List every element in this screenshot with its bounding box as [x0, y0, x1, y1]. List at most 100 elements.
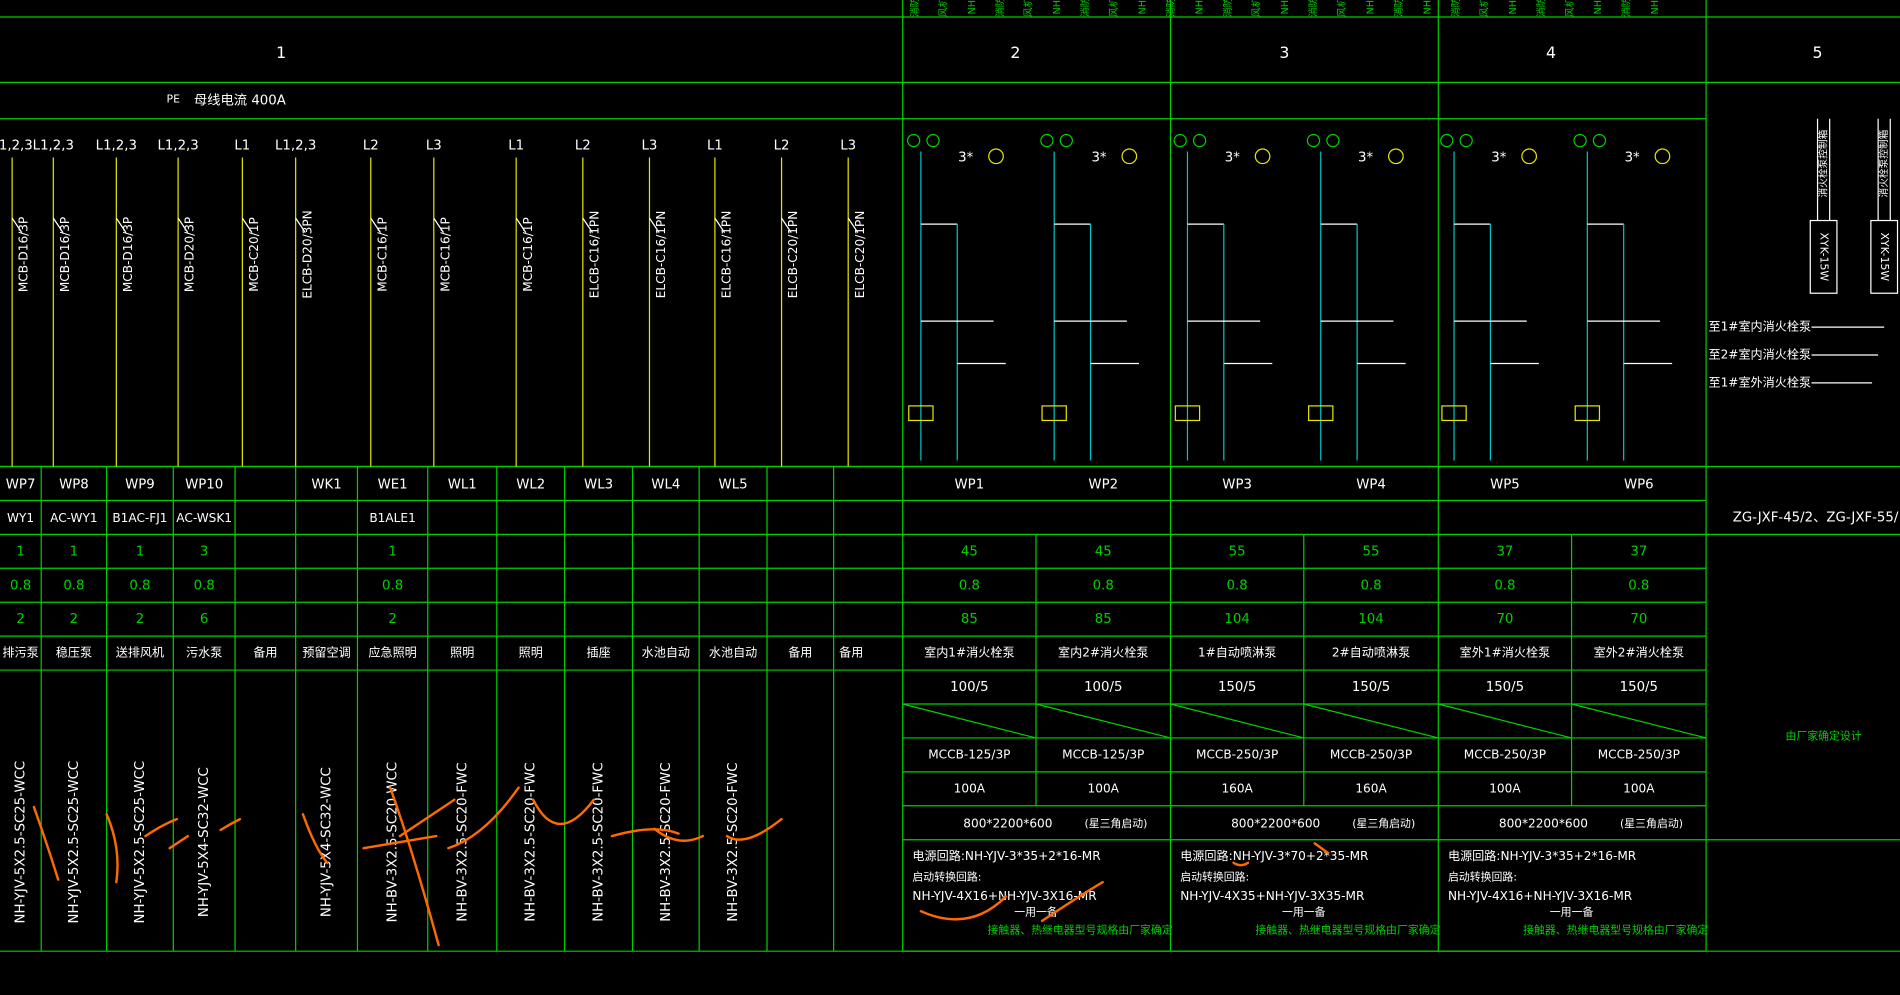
top-label: 风机 — [1563, 0, 1576, 17]
markup-stroke — [219, 817, 242, 832]
current: 70 — [1630, 612, 1647, 627]
top-label: NH — [967, 0, 978, 15]
use-label: 排污泵 — [2, 646, 38, 660]
breaker-label: MCB-D16/3P — [17, 217, 31, 292]
use-label: 照明 — [450, 646, 474, 660]
kx: 0.8 — [63, 578, 84, 593]
qty: 1 — [16, 544, 24, 559]
circuit-lines — [11, 118, 1899, 467]
breaker-label: ELCB-C16/1PN — [587, 211, 601, 299]
section-number: 4 — [1546, 43, 1556, 62]
breaker-label: MCCB-250/3P — [1598, 747, 1680, 761]
kx: 0.8 — [1494, 578, 1515, 593]
power: 55 — [1229, 544, 1246, 559]
current: 70 — [1496, 612, 1513, 627]
main-cable: 电源回路:NH-YJV-3*35+2*16-MR — [1448, 848, 1637, 863]
fuse-icon — [1306, 133, 1321, 148]
circuit-code: WL4 — [651, 478, 680, 493]
cabinet-size: 800*2200*600 — [1231, 816, 1320, 830]
phase-label: L2 — [575, 138, 591, 153]
top-label: 消防 — [1221, 0, 1234, 17]
feed-label: 至1#室外消火栓泵 — [1708, 374, 1811, 389]
circuit-code: WP7 — [6, 478, 36, 493]
fuse-icon — [1059, 133, 1073, 148]
use-label: 污水泵 — [186, 646, 222, 660]
phase-label: L1,2,3 — [157, 138, 198, 153]
phase-label: L1 — [234, 138, 250, 153]
top-label: NH — [1052, 0, 1063, 15]
power: 37 — [1496, 544, 1513, 559]
fuse-icon — [906, 133, 921, 148]
kx: 0.8 — [1227, 578, 1248, 593]
power: 6 — [200, 612, 208, 627]
cabinet-note: (星三角启动) — [1620, 817, 1683, 830]
use-label: 室内1#消火栓泵 — [924, 645, 1015, 660]
cabinet-size: 800*2200*600 — [963, 816, 1052, 830]
text-layer: 消防 风机 NH 消防 风机 NH 消防 风机 NH 消防 NH 消防 风机 NH 消防 风机 NH 消防 NH 消防… — [0, 0, 1899, 937]
start-cable: NH-YJV-4X16+NH-YJV-3X16-MR — [1448, 889, 1633, 903]
device-code: B1ALE1 — [369, 511, 415, 525]
phase-label: L3 — [840, 138, 856, 153]
top-label: NH — [1138, 0, 1149, 15]
use-label: 送排风机 — [116, 645, 164, 660]
phase-label: L1,2,3 — [33, 138, 74, 153]
feed-label: 至2#室内消火栓泵 — [1708, 347, 1811, 362]
markup-strokes — [32, 786, 1330, 947]
power: 2 — [388, 612, 396, 627]
top-label: 消防 — [1534, 0, 1547, 17]
feed-label: 至1#室内消火栓泵 — [1708, 319, 1811, 334]
fuse-icon — [926, 133, 940, 148]
top-label: NH — [1508, 0, 1519, 15]
trip-label: 100A — [954, 781, 986, 795]
circuit-code: WK1 — [311, 478, 341, 493]
section-number: 5 — [1813, 43, 1823, 62]
electrical-schematic: 消防 风机 NH 消防 风机 NH 消防 风机 NH 消防 NH 消防 风机 NH 消防 风机 NH 消防 NH 消防… — [0, 0, 1900, 952]
breaker-label: MCB-C16/1P — [438, 217, 452, 292]
kx: 0.8 — [959, 578, 980, 593]
ct-ratio: 150/5 — [1352, 680, 1390, 695]
use-label: 备用 — [788, 646, 812, 660]
use-label: 备用 — [839, 646, 863, 660]
breaker-label: MCB-D16/3P — [58, 217, 72, 292]
section-number: 2 — [1010, 43, 1020, 62]
trip-label: 160A — [1355, 781, 1387, 795]
top-label: NH — [1422, 0, 1433, 15]
use-label: 水池自动 — [642, 646, 690, 660]
model-label: ZG-JXF-45/2、ZG-JXF-55/ — [1733, 510, 1899, 525]
cable-label: NH-YJV-5X2.5-SC25-WCC — [67, 761, 82, 924]
circuit-code: WL3 — [584, 478, 613, 493]
phase-label: L2 — [774, 138, 790, 153]
top-label: NH — [1195, 0, 1206, 15]
qty: 1 — [136, 544, 144, 559]
remark: 接触器、热继电器型号规格由厂家确定 — [1523, 923, 1708, 937]
ct-ratio: 150/5 — [1620, 680, 1658, 695]
qty: 1 — [388, 544, 396, 559]
ct-ratio: 150/5 — [1486, 680, 1524, 695]
breaker-label: MCCB-125/3P — [1062, 747, 1144, 761]
start-label: 启动转换回路: — [1448, 869, 1517, 883]
kx: 0.8 — [129, 578, 150, 593]
top-label: 风机 — [936, 0, 949, 17]
current: 85 — [1095, 612, 1112, 627]
breaker-label: ELCB-C16/1PN — [654, 211, 668, 299]
top-label: NH — [1593, 0, 1604, 15]
device-code: AC-WY1 — [50, 511, 97, 525]
breaker-label: MCB-C20/1P — [247, 217, 261, 292]
ct-ratio: 100/5 — [1084, 680, 1122, 695]
module-label: XYK-15W — [1878, 233, 1891, 282]
main-cable: 电源回路:NH-YJV-3*35+2*16-MR — [912, 848, 1101, 863]
pump-label: 3* — [1225, 151, 1240, 166]
vertical-label: 消火栓泵控制箱 — [1877, 129, 1890, 197]
top-label: NH — [1650, 0, 1661, 15]
kx: 0.8 — [1093, 578, 1114, 593]
phase-label: L3 — [426, 138, 442, 153]
breaker-label: ELCB-C20/1PN — [786, 211, 800, 299]
top-label: NH — [1280, 0, 1291, 15]
pump-label: 3* — [1491, 151, 1506, 166]
ct-ratio: 150/5 — [1218, 680, 1256, 695]
use-label: 备用 — [253, 646, 277, 660]
circuit-code: WP6 — [1624, 478, 1654, 493]
use-label: 插座 — [586, 645, 610, 660]
pe-label: PE — [167, 92, 181, 105]
breaker-label: ELCB-C20/1PN — [853, 211, 867, 299]
